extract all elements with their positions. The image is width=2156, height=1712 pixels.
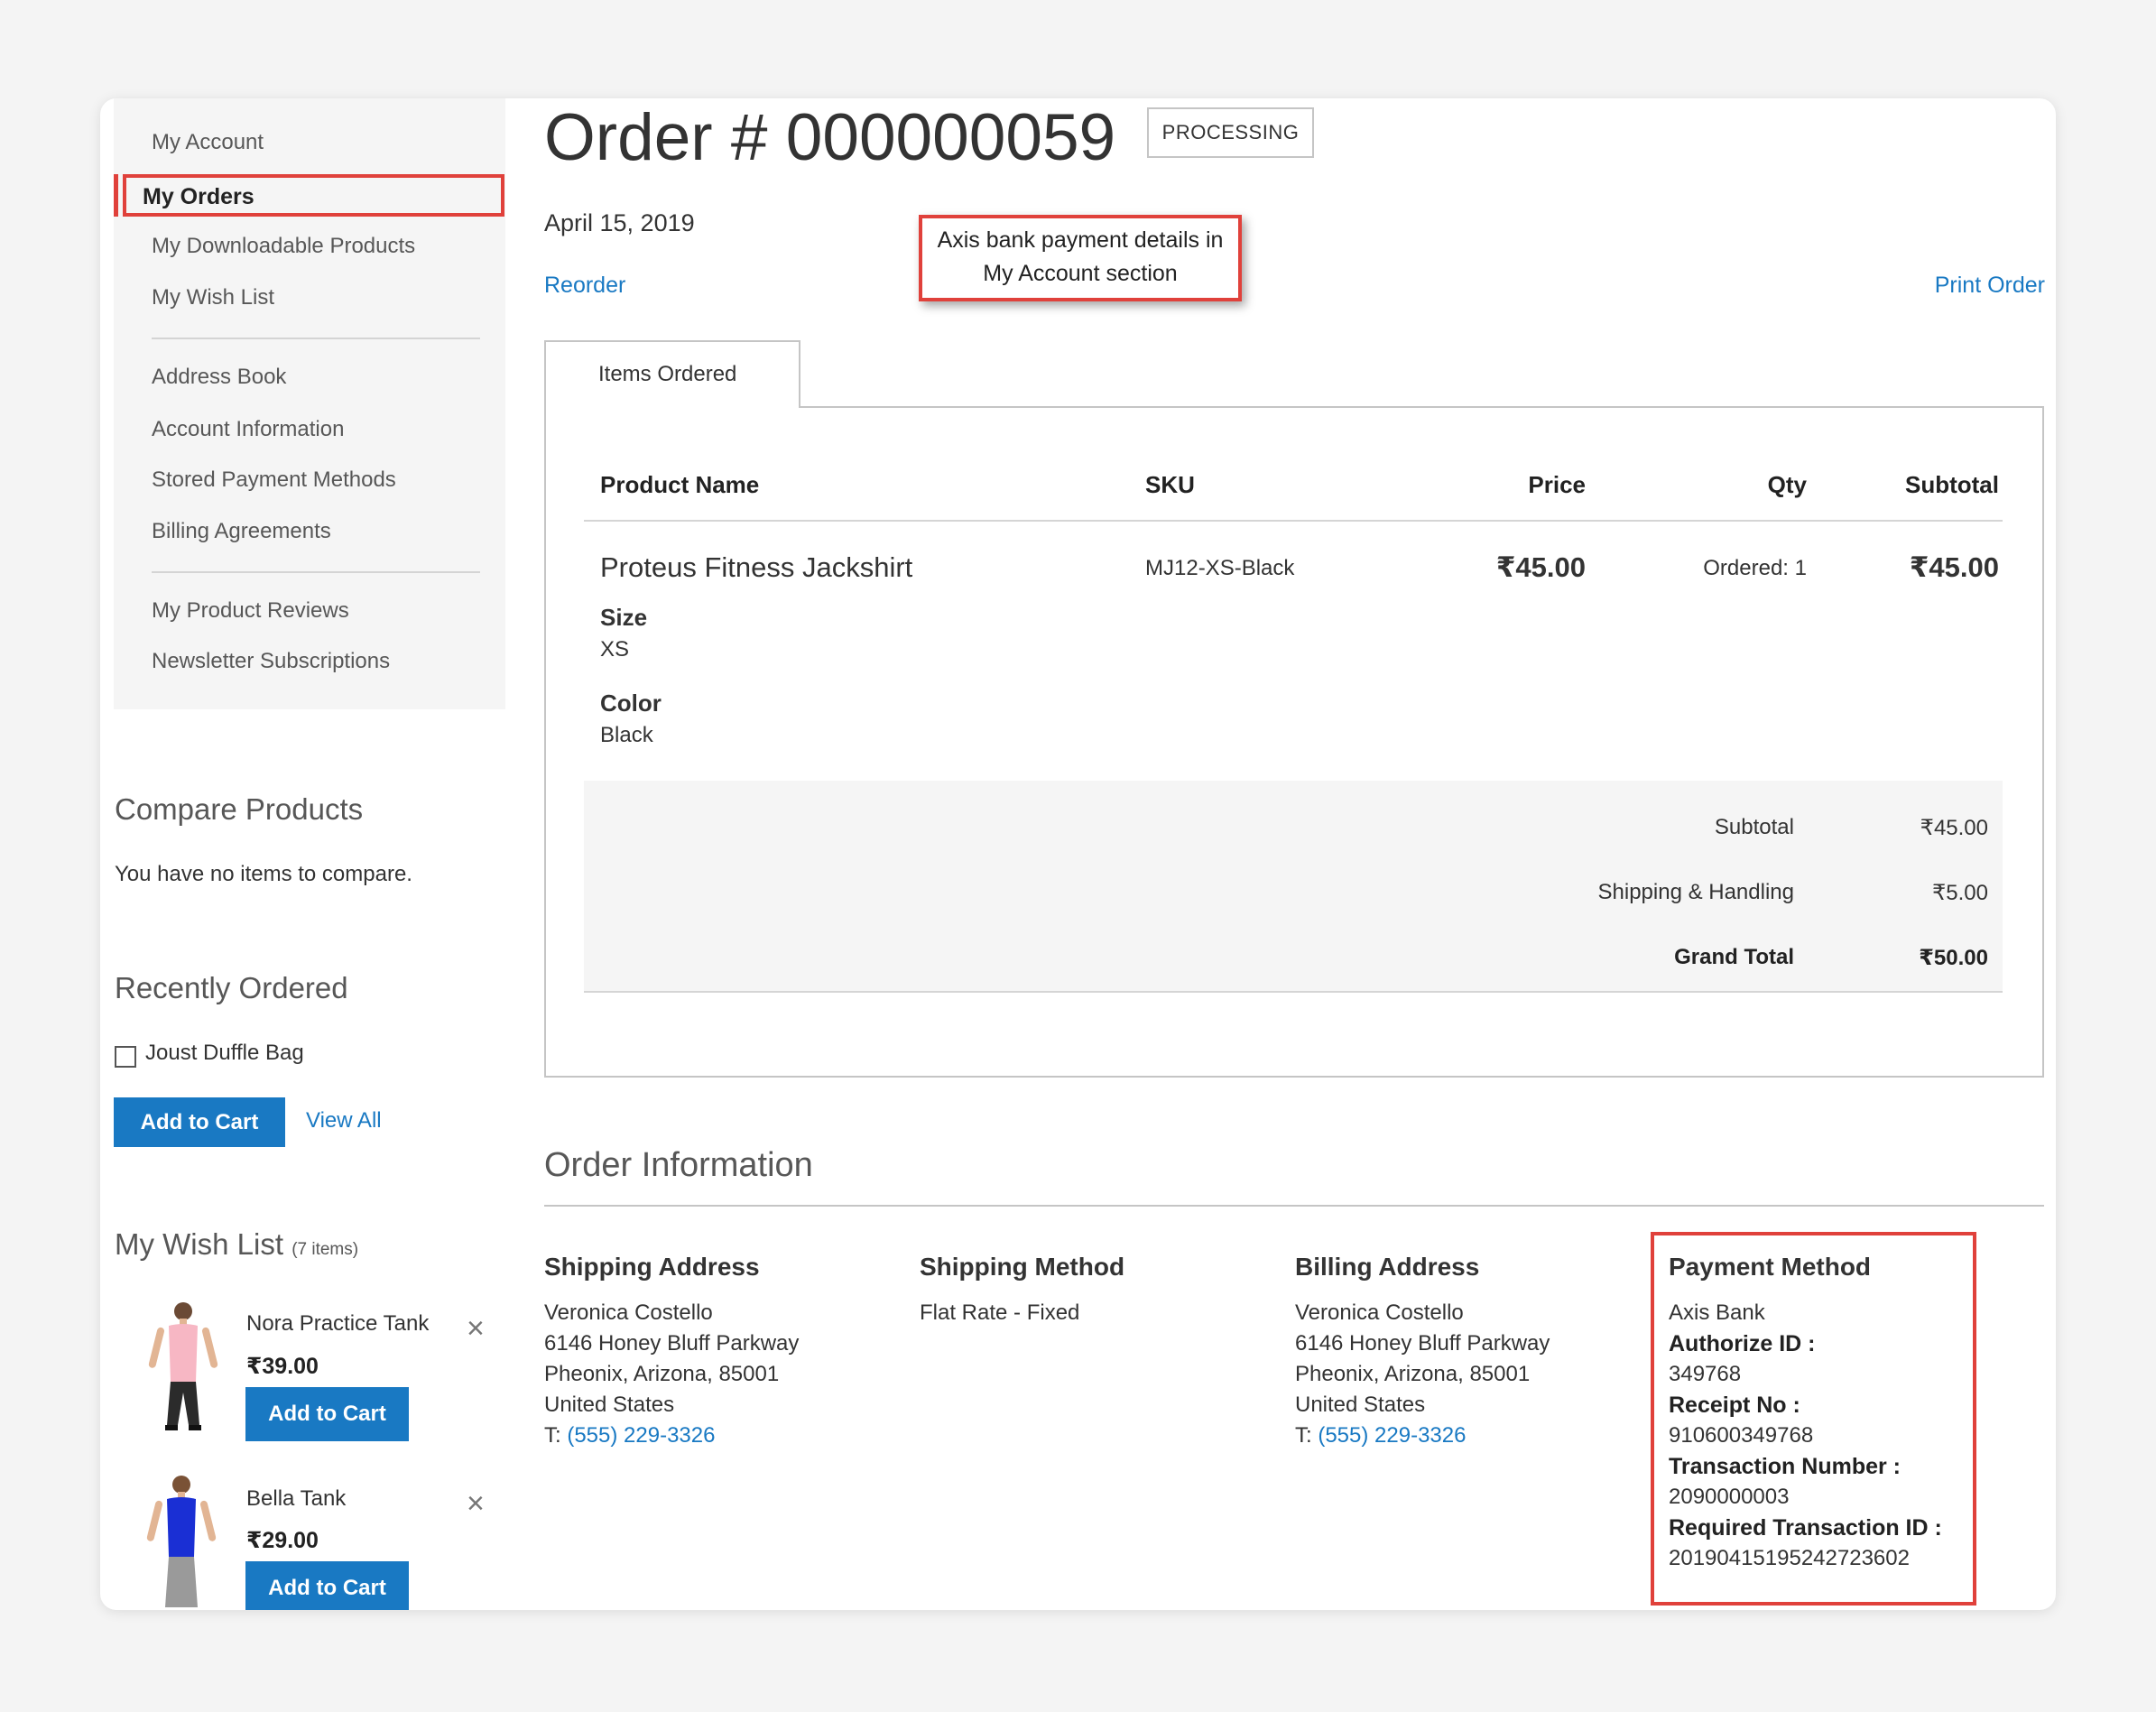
compare-title: Compare Products: [115, 792, 364, 826]
option-label: Size: [600, 604, 648, 631]
order-status-badge: PROCESSING: [1147, 107, 1314, 158]
nav-current-indicator: [114, 174, 118, 217]
recent-item-name[interactable]: Joust Duffle Bag: [145, 1041, 304, 1066]
nav-my-account[interactable]: My Account: [152, 130, 264, 155]
nav-newsletter-subscriptions[interactable]: Newsletter Subscriptions: [152, 649, 390, 674]
recent-add-to-cart-button[interactable]: Add to Cart: [114, 1097, 285, 1147]
column-sku: SKU: [1145, 471, 1195, 498]
payment-field-label: Receipt No :: [1669, 1393, 1800, 1418]
nora-practice-tank-image[interactable]: [136, 1299, 227, 1434]
totals-grand-label: Grand Total: [1674, 945, 1794, 969]
totals-shipping-value: ₹5.00: [1932, 881, 1988, 905]
product-price: ₹45.00: [1495, 551, 1586, 583]
address-line: Pheonix, Arizona, 85001: [1295, 1362, 1531, 1386]
shipping-method-value: Flat Rate - Fixed: [920, 1300, 1080, 1325]
account-nav: My Account My Orders My Downloadable Pro…: [114, 98, 505, 709]
option-value: Black: [600, 723, 653, 747]
wishlist-title: My Wish List (7 items): [115, 1227, 358, 1262]
recent-item-checkbox[interactable]: [115, 1046, 136, 1068]
view-all-link[interactable]: View All: [306, 1108, 382, 1134]
phone-link[interactable]: (555) 229-3326: [1318, 1423, 1466, 1448]
address-line: United States: [544, 1393, 675, 1417]
nav-divider: [152, 571, 480, 573]
payment-method-details: Axis Bank Authorize ID : 349768 Receipt …: [1669, 1298, 1942, 1574]
wishlist-add-to-cart-button[interactable]: Add to Cart: [245, 1387, 409, 1441]
wishlist-remove-icon[interactable]: ×: [467, 1488, 485, 1519]
wishlist-item-price: ₹39.00: [246, 1354, 319, 1379]
address-phone: T: (555) 229-3326: [544, 1420, 799, 1451]
wishlist-title-text: My Wish List: [115, 1227, 284, 1261]
print-order-link[interactable]: Print Order: [1935, 273, 2045, 299]
wishlist-item-name[interactable]: Bella Tank: [246, 1486, 346, 1512]
wishlist-remove-icon[interactable]: ×: [467, 1313, 485, 1344]
phone-prefix: T:: [1295, 1423, 1312, 1448]
wishlist-item-name[interactable]: Nora Practice Tank: [246, 1311, 429, 1337]
compare-empty-text: You have no items to compare.: [115, 862, 412, 886]
address-phone: T: (555) 229-3326: [1295, 1420, 1550, 1451]
nav-billing-agreements[interactable]: Billing Agreements: [152, 519, 331, 544]
nav-product-reviews[interactable]: My Product Reviews: [152, 598, 349, 624]
payment-field-value: 910600349768: [1669, 1423, 1814, 1448]
totals-grand-value: ₹50.00: [1919, 946, 1988, 970]
reorder-link[interactable]: Reorder: [544, 273, 625, 299]
totals-subtotal-value: ₹45.00: [1920, 816, 1988, 840]
shipping-address: Veronica Costello 6146 Honey Bluff Parkw…: [544, 1298, 799, 1451]
address-line: Veronica Costello: [544, 1300, 713, 1325]
nav-stored-payment-methods[interactable]: Stored Payment Methods: [152, 467, 396, 493]
column-product-name: Product Name: [600, 471, 760, 498]
wishlist-item-price: ₹29.00: [246, 1528, 319, 1553]
phone-prefix: T:: [544, 1423, 561, 1448]
order-totals: Subtotal ₹45.00 Shipping & Handling ₹5.0…: [584, 781, 2003, 993]
column-price: Price: [1528, 471, 1586, 498]
phone-link[interactable]: (555) 229-3326: [567, 1423, 715, 1448]
nav-downloadable-products[interactable]: My Downloadable Products: [152, 234, 415, 259]
order-title: Order # 000000059: [544, 101, 1116, 174]
order-information-divider: [544, 1205, 2044, 1207]
address-line: Pheonix, Arizona, 85001: [544, 1362, 780, 1386]
product-name: Proteus Fitness Jackshirt: [600, 551, 913, 583]
column-qty: Qty: [1767, 471, 1807, 498]
billing-address: Veronica Costello 6146 Honey Bluff Parkw…: [1295, 1298, 1550, 1451]
nav-address-book[interactable]: Address Book: [152, 365, 286, 390]
payment-field-label: Authorize ID :: [1669, 1331, 1816, 1356]
nav-account-information[interactable]: Account Information: [152, 417, 344, 442]
wishlist-add-to-cart-button[interactable]: Add to Cart: [245, 1561, 409, 1610]
product-sku: MJ12-XS-Black: [1145, 556, 1295, 580]
bella-tank-image[interactable]: [136, 1472, 227, 1607]
address-line: United States: [1295, 1393, 1426, 1417]
order-date: April 15, 2019: [544, 209, 695, 236]
shipping-method-title: Shipping Method: [920, 1253, 1125, 1281]
shipping-address-title: Shipping Address: [544, 1253, 760, 1281]
product-subtotal: ₹45.00: [1909, 551, 1999, 583]
billing-address-title: Billing Address: [1295, 1253, 1480, 1281]
nav-wish-list[interactable]: My Wish List: [152, 285, 274, 310]
payment-field-label: Required Transaction ID :: [1669, 1515, 1942, 1541]
wishlist-count: (7 items): [291, 1240, 359, 1259]
column-subtotal: Subtotal: [1905, 471, 1999, 498]
table-header-divider: [584, 520, 2003, 522]
tab-items-ordered[interactable]: Items Ordered: [544, 340, 800, 408]
account-page: My Account My Orders My Downloadable Pro…: [100, 98, 2056, 1610]
option-value: XS: [600, 637, 630, 662]
totals-shipping-label: Shipping & Handling: [1597, 880, 1795, 904]
address-line: Veronica Costello: [1295, 1300, 1464, 1325]
totals-subtotal-label: Subtotal: [1714, 815, 1794, 839]
tab-items-ordered-label: Items Ordered: [598, 362, 737, 386]
nav-divider: [152, 338, 480, 339]
nav-my-orders[interactable]: My Orders: [123, 174, 504, 217]
nav-my-orders-label: My Orders: [143, 184, 254, 209]
payment-field-value: 2090000003: [1669, 1485, 1790, 1509]
address-line: 6146 Honey Bluff Parkway: [544, 1331, 800, 1356]
product-qty: Ordered: 1: [1703, 556, 1807, 580]
payment-bank: Axis Bank: [1669, 1300, 1765, 1325]
payment-field-label: Transaction Number :: [1669, 1454, 1901, 1479]
address-line: 6146 Honey Bluff Parkway: [1295, 1331, 1550, 1356]
payment-field-value: 20190415195242723602: [1669, 1546, 1910, 1570]
annotation-callout: Axis bank payment details in My Account …: [919, 215, 1242, 301]
option-label: Color: [600, 689, 662, 717]
payment-method-title: Payment Method: [1669, 1253, 1872, 1281]
order-information-title: Order Information: [544, 1146, 813, 1184]
payment-field-value: 349768: [1669, 1362, 1742, 1386]
recently-ordered-title: Recently Ordered: [115, 971, 348, 1004]
